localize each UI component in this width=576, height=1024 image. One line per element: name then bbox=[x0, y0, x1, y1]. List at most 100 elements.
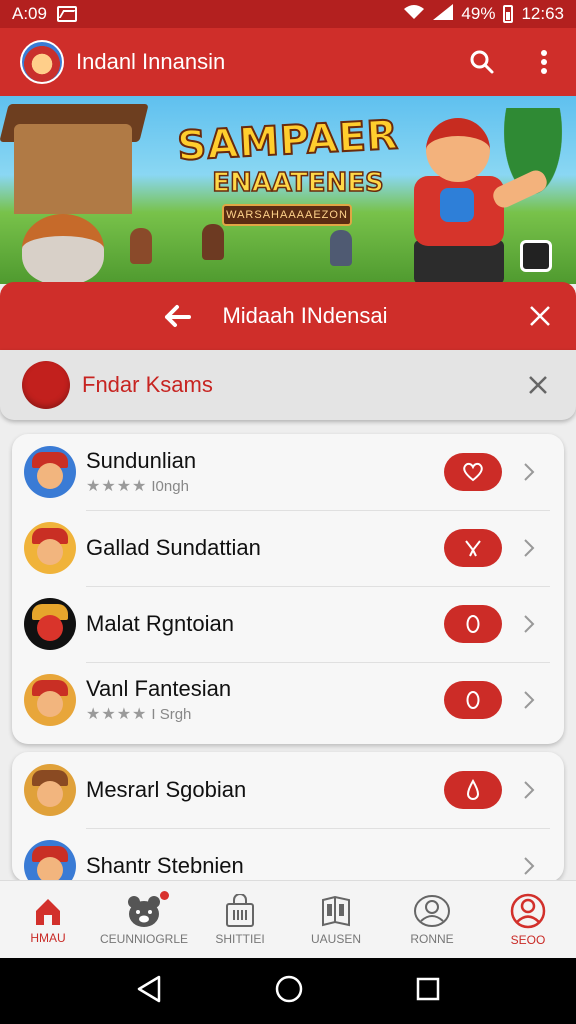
game-avatar bbox=[24, 840, 76, 882]
game-list-item[interactable]: Sundunlian ★★★★ I0ngh bbox=[12, 434, 564, 510]
status-time-left: A:09 bbox=[12, 4, 47, 23]
game-list-item[interactable]: Malat Rgntoian bbox=[12, 586, 564, 662]
game-title: Mesrarl Sgobian bbox=[86, 777, 247, 802]
game-title: Sundunlian bbox=[86, 448, 197, 473]
signal-icon bbox=[433, 3, 454, 25]
game-avatar bbox=[24, 598, 76, 650]
game-list-item[interactable]: Gallad Sundattian bbox=[12, 510, 564, 586]
heart-icon bbox=[463, 462, 483, 482]
game-title: Gallad Sundattian bbox=[86, 535, 261, 560]
book-icon bbox=[322, 895, 350, 926]
square-recents-icon bbox=[416, 977, 439, 1000]
nav-item-profile[interactable]: RONNE bbox=[384, 881, 480, 958]
account-icon bbox=[510, 893, 546, 928]
chevron-right-icon[interactable] bbox=[516, 777, 542, 803]
filter-chip-label: Fndar Ksams bbox=[82, 372, 213, 397]
notification-dot bbox=[160, 891, 169, 900]
nav-item-library[interactable]: UAUSEN bbox=[288, 881, 384, 958]
recents-nav-button[interactable] bbox=[415, 976, 441, 1007]
game-action-button[interactable] bbox=[444, 681, 502, 719]
close-icon bbox=[530, 306, 550, 326]
app-bar: Indanl Innansin bbox=[0, 28, 576, 96]
back-button[interactable] bbox=[162, 300, 194, 332]
mini-character bbox=[202, 224, 224, 260]
back-arrow-icon bbox=[165, 305, 192, 327]
game-logo-icon[interactable] bbox=[20, 40, 64, 84]
filter-chip-avatar bbox=[22, 361, 70, 409]
filter-chip-close-button[interactable] bbox=[522, 369, 554, 401]
rating-stars: ★★★★ bbox=[86, 478, 148, 495]
nav-item-community[interactable]: CEUNNIOGRLE bbox=[96, 881, 192, 958]
chevron-right-icon[interactable] bbox=[516, 535, 542, 561]
image-notification-icon bbox=[56, 6, 77, 22]
chevron-right-icon[interactable] bbox=[516, 459, 542, 485]
wifi-icon bbox=[403, 4, 425, 25]
triangle-back-icon bbox=[138, 975, 161, 1002]
game-avatar bbox=[24, 764, 76, 816]
game-title: Shantr Stebnien bbox=[86, 853, 244, 878]
search-button[interactable] bbox=[466, 46, 498, 78]
shopping-bag-icon bbox=[226, 893, 254, 927]
banner-mini-characters bbox=[130, 224, 380, 268]
bottom-navigation: HMAU CEUNNIOGRLE SHITTIEI UAUSEN RONNE S… bbox=[0, 880, 576, 958]
banner-mascot bbox=[22, 214, 104, 284]
featured-game-banner[interactable]: SAMPAER ENAATENES WARSAHAAAAEZON bbox=[0, 96, 576, 284]
drop-icon bbox=[466, 779, 480, 800]
selection-label: Midaah INdensai bbox=[222, 303, 388, 328]
nav-item-account[interactable]: SEOO bbox=[480, 881, 576, 958]
app-title: Indanl Innansin bbox=[76, 49, 226, 74]
nav-label: SEOO bbox=[510, 932, 546, 947]
status-bar: A:09 49% 12:63 bbox=[0, 0, 576, 28]
home-icon bbox=[36, 898, 60, 925]
game-avatar bbox=[24, 522, 76, 574]
game-list-card: Sundunlian ★★★★ I0ngh Gallad Sundattian M… bbox=[12, 434, 564, 744]
chevron-right-icon[interactable] bbox=[516, 611, 542, 637]
nav-item-shop[interactable]: SHITTIEI bbox=[192, 881, 288, 958]
selection-close-button[interactable] bbox=[524, 300, 556, 332]
profile-icon bbox=[414, 894, 450, 927]
system-navigation-bar bbox=[0, 958, 576, 1024]
banner-hut bbox=[14, 124, 132, 214]
banner-tag: WARSAHAAAAEZON bbox=[222, 204, 352, 226]
home-nav-button[interactable] bbox=[274, 974, 304, 1009]
game-action-button[interactable] bbox=[444, 529, 502, 567]
banner-subtitle: ENAATENES bbox=[212, 167, 385, 199]
bear-icon bbox=[128, 895, 160, 927]
battery-text: 49% bbox=[461, 4, 496, 23]
status-clock: 12:63 bbox=[521, 4, 564, 23]
selection-bar: Midaah INdensai bbox=[0, 282, 576, 350]
rating-stars: ★★★★ bbox=[86, 706, 148, 723]
chevron-right-icon[interactable] bbox=[516, 853, 542, 879]
game-list-item[interactable]: Vanl Fantesian ★★★★ I Srgh bbox=[12, 662, 564, 738]
nav-label: CEUNNIOGRLE bbox=[99, 931, 188, 946]
game-list-card: Mesrarl Sgobian Shantr Stebnien bbox=[12, 752, 564, 882]
nav-label: SHITTIEI bbox=[215, 931, 265, 946]
game-subtitle: I Srgh bbox=[151, 705, 192, 723]
circle-home-icon bbox=[275, 975, 303, 1002]
game-action-button[interactable] bbox=[444, 453, 502, 491]
sword-icon bbox=[465, 540, 481, 557]
game-subtitle: I0ngh bbox=[151, 477, 189, 495]
mini-character bbox=[130, 228, 152, 264]
more-vert-icon bbox=[541, 50, 547, 74]
nav-label: UAUSEN bbox=[310, 931, 361, 946]
chevron-right-icon[interactable] bbox=[516, 687, 542, 713]
back-nav-button[interactable] bbox=[135, 974, 163, 1009]
game-avatar bbox=[24, 446, 76, 498]
game-action-button[interactable] bbox=[444, 771, 502, 809]
close-icon bbox=[529, 376, 547, 394]
more-options-button[interactable] bbox=[528, 46, 560, 78]
nav-label: RONNE bbox=[410, 931, 454, 946]
game-title: Malat Rgntoian bbox=[86, 611, 234, 636]
game-title: Vanl Fantesian bbox=[86, 676, 232, 701]
cast-icon[interactable] bbox=[520, 240, 552, 272]
game-action-button[interactable] bbox=[444, 605, 502, 643]
nav-label: HMAU bbox=[30, 930, 66, 945]
filter-chip[interactable]: Fndar Ksams bbox=[0, 350, 576, 420]
game-avatar bbox=[24, 674, 76, 726]
game-list-item[interactable]: Shantr Stebnien bbox=[12, 828, 564, 882]
nav-item-home[interactable]: HMAU bbox=[0, 881, 96, 958]
mini-character bbox=[330, 230, 352, 266]
game-list-item[interactable]: Mesrarl Sgobian bbox=[12, 752, 564, 828]
zero-icon bbox=[466, 615, 480, 633]
